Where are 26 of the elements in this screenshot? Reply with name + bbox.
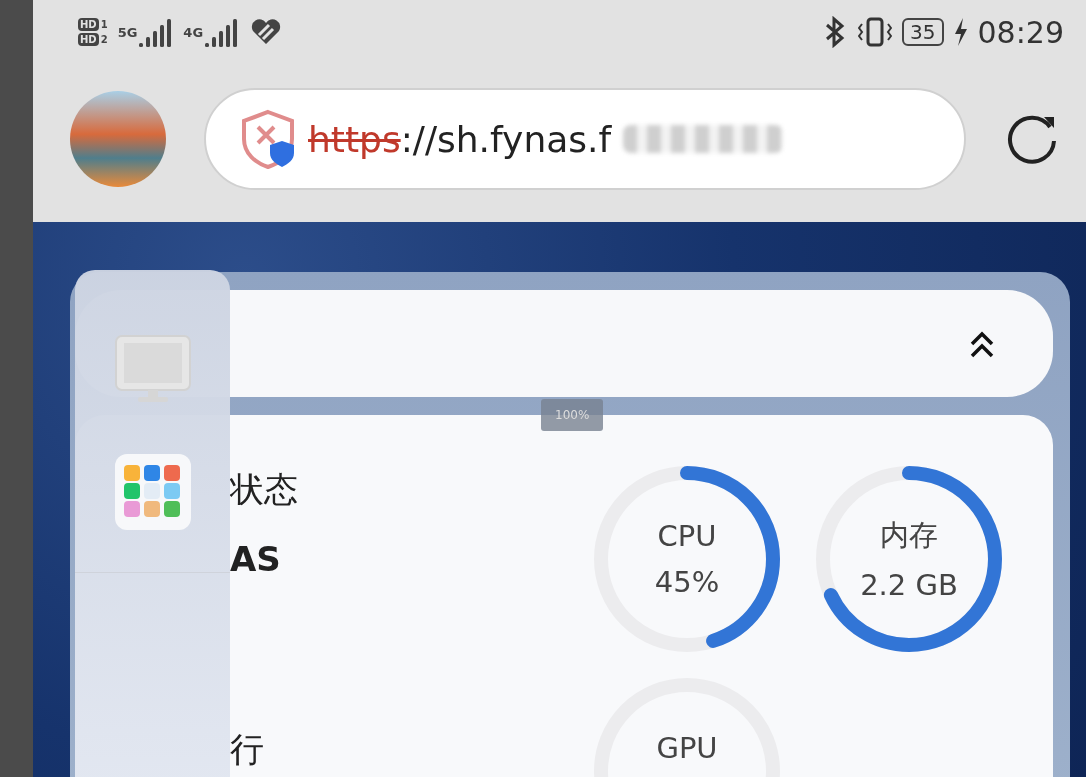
url-scheme: https xyxy=(308,118,401,160)
sim-slot: 1 xyxy=(100,19,108,30)
hd-badge: HD xyxy=(78,33,99,46)
signal-icon xyxy=(205,17,240,47)
vibrate-icon xyxy=(858,16,893,48)
zoom-tooltip: 100% xyxy=(541,399,604,431)
address-field[interactable]: https://sh.fynas.f xyxy=(204,88,966,190)
url-text: ://sh.fynas.f xyxy=(400,118,612,160)
battery-level: 35 xyxy=(902,18,944,46)
network-type: 4G xyxy=(183,25,204,40)
signal-icon xyxy=(139,17,174,47)
device-name: AS xyxy=(230,539,282,579)
status-text: 行 xyxy=(230,728,265,771)
card-title: 状态 xyxy=(230,468,298,511)
charging-icon xyxy=(953,17,968,47)
gauge-label: GPU xyxy=(656,731,718,765)
app-grid-icon[interactable] xyxy=(114,454,191,530)
clock-time: 08:29 xyxy=(977,14,1064,50)
gauge-reading: 45% xyxy=(654,565,720,599)
sim-slot: 2 xyxy=(100,34,108,45)
gauge-label: CPU xyxy=(657,519,717,553)
gauge-label: 内存 xyxy=(880,517,938,554)
shield-icon xyxy=(240,109,296,169)
gauge-reading: 2.2 GB xyxy=(860,568,958,602)
hd-badge: HD xyxy=(78,18,99,31)
network-type: 5G xyxy=(117,25,138,40)
